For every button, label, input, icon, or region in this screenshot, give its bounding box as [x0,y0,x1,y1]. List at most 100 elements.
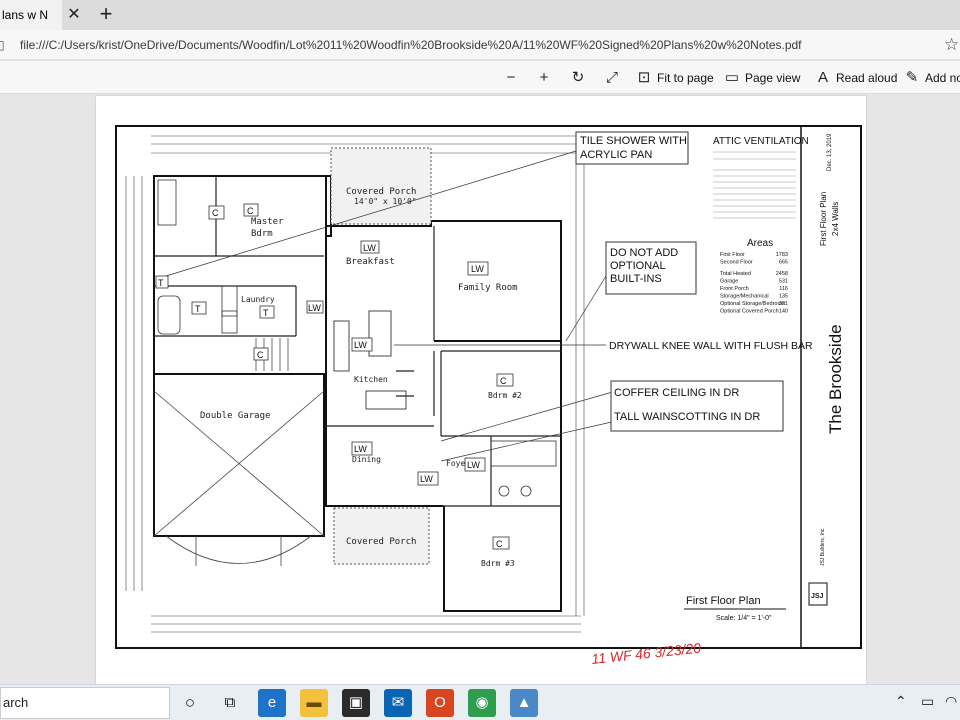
note-drywall: DRYWALL KNEE WALL WITH FLUSH BAR [609,340,813,352]
mark-lw-breakfast: LW [363,243,376,253]
mark-c-master: C [247,206,254,216]
title-walls: 2x4 Walls [831,202,840,236]
mark-lw-hall: LW [308,303,321,313]
wifi-icon[interactable]: ◠ [945,693,957,710]
areas-row-label: Front Porch [720,286,749,292]
page-view-label: Page view [745,71,801,85]
mark-lw-dining: LW [354,444,367,454]
taskbar-search-label: arch [3,695,29,710]
favorite-star-icon[interactable]: ☆ [944,35,959,55]
mark-t-master-bath: T [158,278,164,288]
note-acrylic-pan: ACRYLIC PAN [580,149,652,161]
tab-title: lans w N [2,8,49,22]
close-tab-icon[interactable]: ✕ [64,5,84,25]
fullscreen-button[interactable]: ⤢ [604,68,625,88]
areas-title: Areas [747,238,773,249]
edge-icon[interactable]: e [258,689,286,717]
note-wainscot: TALL WAINSCOTTING IN DR [614,411,760,423]
pdf-page: TILE SHOWER WITH ACRYLIC PAN ATTIC VENTI… [96,96,866,684]
battery-icon[interactable]: ▭ [921,693,934,710]
caption-first-floor: First Floor Plan [686,595,761,607]
office-icon[interactable]: O [426,689,454,717]
expand-icon: ⤢ [605,69,618,86]
areas-table: First Floor 1783 Second Floor 665 Total Heat… [720,252,788,315]
areas-row-label: First Floor [720,252,745,258]
store-icon[interactable]: ▣ [342,689,370,717]
mark-t-laundry: T [263,308,269,318]
areas-row-label: Garage [720,279,738,285]
areas-row-value: 1783 [776,252,788,258]
note-tile-shower: TILE SHOWER WITH [580,135,687,147]
add-notes-label: Add not [925,71,960,85]
room-double-garage: Double Garage [200,411,270,421]
areas-row-value: 116 [779,286,788,292]
mark-c-bdrm2: C [500,376,507,386]
zoom-out-button[interactable]: − [503,68,524,88]
mark-c-stairs: C [257,350,264,360]
photos-icon[interactable]: ▲ [510,689,538,717]
new-tab-button[interactable]: + [94,3,118,27]
floor-plan-drawing: TILE SHOWER WITH ACRYLIC PAN ATTIC VENTI… [115,125,862,667]
note-do-not-add: DO NOT ADD [610,247,678,259]
room-bdrm-master: Bdrm [251,229,273,239]
areas-row-value: 2458 [776,271,788,277]
builder-logo-text: JSJ [811,593,824,600]
areas-row-label: Total Heated [720,271,751,277]
mark-t-bath: T [195,304,201,314]
read-aloud-icon: A [817,69,828,86]
mail-icon[interactable]: ✉ [384,689,412,717]
room-laundry: Laundry [241,295,275,304]
mark-c-bdrm3: C [496,539,503,549]
room-covered-porch-bottom: Covered Porch [346,537,416,547]
note-optional: OPTIONAL [610,260,666,272]
tab-active[interactable]: lans w N [0,0,62,30]
room-bdrm2: Bdrm #2 [488,391,522,400]
fit-to-page-label: Fit to page [657,71,714,85]
areas-row-value: 135 [779,294,788,300]
plus-icon: + [539,69,549,86]
tab-strip: lans w N ✕ + [0,0,960,30]
areas-row-label: Second Floor [720,260,753,266]
mark-lw-bath2: LW [467,460,480,470]
porch-size: 14'0" x 10'0" [354,197,417,206]
chrome-icon[interactable]: ◉ [468,689,496,717]
note-coffer: COFFER CEILING IN DR [614,387,739,399]
rotate-icon: ↻ [571,69,585,86]
add-notes-button[interactable]: ✎ Add not [904,68,960,88]
pdf-viewer[interactable]: TILE SHOWER WITH ACRYLIC PAN ATTIC VENTI… [0,94,960,684]
title-date: Dec. 13, 2019 [827,133,833,171]
room-breakfast: Breakfast [346,257,395,267]
handwritten-signature: 11 WF 46 3/23/20 [591,640,702,667]
read-aloud-button[interactable]: A Read aloud [815,68,897,88]
caption-scale: Scale: 1/4" = 1'-0" [716,615,772,622]
taskbar-search[interactable]: arch [0,687,170,719]
areas-row-label: Optional Storage/Bedroom [720,301,786,307]
task-view-icon[interactable]: ⧉ [216,689,244,717]
fit-page-icon: ⊡ [637,69,651,86]
title-builder: JSJ Builders, Inc. [820,527,826,566]
room-family: Family Room [458,283,518,293]
zoom-in-button[interactable]: + [536,68,557,88]
mark-lw-foyer: LW [420,474,433,484]
title-sheet: First Floor Plan [819,192,828,246]
room-master: Master [251,217,284,227]
mark-lw-kitchen: LW [354,340,367,350]
file-icon: ▯ [0,38,5,52]
tray-chevron-icon[interactable]: ⌃ [895,693,907,710]
pen-icon: ✎ [905,69,919,86]
room-kitchen: Kitchen [354,375,388,384]
file-explorer-icon[interactable]: ▬ [300,689,328,717]
address-bar: ▯ file:///C:/Users/krist/OneDrive/Docume… [0,30,960,60]
rotate-button[interactable]: ↻ [570,68,591,88]
areas-row-label: Storage/Mechanical [720,294,769,300]
title-project: The Brookside [826,324,845,434]
url-field[interactable]: file:///C:/Users/krist/OneDrive/Document… [20,38,802,52]
fit-to-page-button[interactable]: ⊡ Fit to page [636,68,714,88]
taskbar: arch ○ ⧉ e ▬ ▣ ✉ O ◉ ▲ ⌃ ▭ ◠ [0,684,960,720]
areas-row-label: Optional Covered Porch [720,309,779,315]
page-view-button[interactable]: ▭ Page view [724,68,800,88]
areas-row-value: 321 [779,301,788,307]
areas-row-value: 140 [779,309,788,315]
areas-row-value: 665 [779,260,788,266]
cortana-icon[interactable]: ○ [176,689,204,717]
